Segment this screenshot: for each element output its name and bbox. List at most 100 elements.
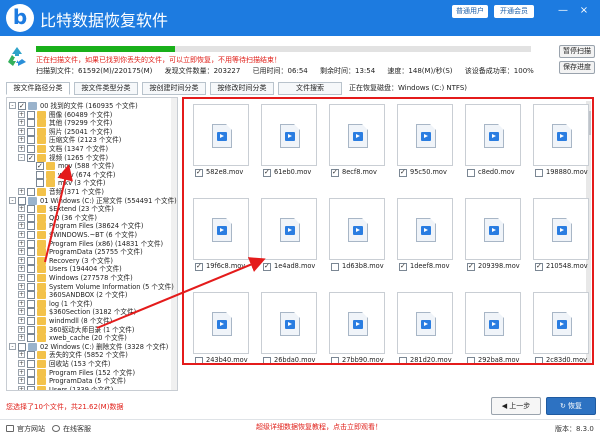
file-checkbox[interactable]	[399, 168, 407, 177]
file-checkbox[interactable]	[195, 357, 203, 363]
file-thumbnail[interactable]	[533, 292, 589, 354]
expand-icon[interactable]: +	[18, 368, 25, 376]
file-thumbnail[interactable]	[533, 104, 589, 166]
file-thumbnail[interactable]	[261, 198, 317, 260]
expand-icon[interactable]: +	[18, 119, 25, 127]
collapse-icon[interactable]: -	[18, 153, 25, 161]
file-checkbox[interactable]	[195, 168, 203, 177]
file-checkbox[interactable]	[535, 357, 543, 363]
expand-icon[interactable]: +	[18, 248, 25, 256]
file-tile[interactable]: 1e4ad8.mov	[261, 198, 317, 274]
file-checkbox[interactable]	[263, 357, 271, 363]
expand-icon[interactable]: +	[18, 308, 25, 316]
expand-icon[interactable]: +	[18, 317, 25, 324]
tree-item-checkbox[interactable]	[27, 385, 35, 390]
tree-item[interactable]: + Users (1339 个文件)	[7, 385, 172, 390]
file-tile[interactable]: 292ba8.mov	[465, 292, 521, 363]
expand-icon[interactable]: +	[18, 360, 25, 367]
file-checkbox[interactable]	[535, 169, 543, 177]
expand-icon[interactable]: +	[18, 385, 25, 390]
file-tile[interactable]: 281d20.mov	[397, 292, 453, 363]
file-thumbnail[interactable]	[329, 292, 385, 354]
upgrade-member-button[interactable]: 开通会员	[494, 5, 534, 18]
file-thumbnail[interactable]	[397, 292, 453, 354]
file-tile[interactable]: 61eb0.mov	[261, 104, 317, 180]
file-tile[interactable]: 210548.mov	[533, 198, 589, 274]
file-tile[interactable]: 26bda0.mov	[261, 292, 317, 363]
save-progress-button[interactable]: 保存进度	[559, 61, 595, 74]
collapse-icon[interactable]: -	[9, 342, 16, 350]
file-thumbnail[interactable]	[193, 104, 249, 166]
file-thumbnail[interactable]	[465, 292, 521, 354]
expand-icon[interactable]: +	[18, 110, 25, 118]
tab-by-path[interactable]: 按文件路径分类	[6, 82, 70, 95]
official-website-link[interactable]: 官方网站	[6, 424, 45, 434]
recover-button[interactable]: ↻ 恢复	[546, 397, 596, 415]
file-tile[interactable]: 209398.mov	[465, 198, 521, 274]
tab-file-search[interactable]: 文件搜索	[278, 82, 342, 95]
file-checkbox[interactable]	[331, 357, 339, 363]
file-thumbnail[interactable]	[329, 198, 385, 260]
expand-icon[interactable]: +	[18, 351, 25, 359]
expand-icon[interactable]: +	[18, 256, 25, 264]
expand-icon[interactable]: +	[18, 377, 25, 385]
tutorial-link[interactable]: 超级详细数据恢复教程，点击立即观看！	[256, 422, 382, 432]
file-tile[interactable]: 1deef8.mov	[397, 198, 453, 274]
file-checkbox[interactable]	[331, 263, 339, 271]
close-icon[interactable]: ×	[578, 4, 590, 17]
collapse-icon[interactable]: -	[9, 196, 16, 204]
file-thumbnail[interactable]	[465, 198, 521, 260]
expand-icon[interactable]: +	[18, 291, 25, 299]
expand-icon[interactable]: +	[18, 231, 25, 238]
user-type-button[interactable]: 普通用户	[452, 5, 488, 18]
file-tile[interactable]: c8ed0.mov	[465, 104, 521, 180]
file-thumbnail[interactable]	[261, 292, 317, 354]
expand-icon[interactable]: +	[18, 265, 25, 273]
file-checkbox[interactable]	[467, 357, 475, 363]
file-tile[interactable]: 27bb90.mov	[329, 292, 385, 363]
file-thumbnail[interactable]	[397, 104, 453, 166]
expand-icon[interactable]: +	[18, 299, 25, 307]
file-tile[interactable]: 19f6c8.mov	[193, 198, 249, 274]
minimize-icon[interactable]: —	[557, 4, 569, 17]
file-tile[interactable]: 8ecf8.mov	[329, 104, 385, 180]
file-tile[interactable]: 243b40.mov	[193, 292, 249, 363]
prev-step-button[interactable]: ◀ 上一步	[491, 397, 541, 415]
expand-icon[interactable]: +	[18, 334, 25, 342]
expand-icon[interactable]: +	[18, 127, 25, 135]
expand-icon[interactable]: +	[18, 213, 25, 221]
expand-icon[interactable]: +	[18, 282, 25, 290]
tab-by-modified[interactable]: 按修改时间分类	[210, 82, 274, 95]
file-checkbox[interactable]	[331, 168, 339, 177]
file-checkbox[interactable]	[399, 357, 407, 363]
expand-icon[interactable]: +	[18, 325, 25, 333]
pause-scan-button[interactable]: 暂停扫描	[559, 45, 595, 58]
online-support-link[interactable]: 在线客服	[52, 424, 91, 434]
file-thumbnail[interactable]	[465, 104, 521, 166]
file-thumbnail[interactable]	[329, 104, 385, 166]
file-checkbox[interactable]	[467, 169, 475, 177]
file-checkbox[interactable]	[263, 262, 271, 271]
expand-icon[interactable]: +	[18, 239, 25, 247]
collapse-icon[interactable]: -	[9, 102, 16, 109]
file-tile[interactable]: 95c50.mov	[397, 104, 453, 180]
file-tile[interactable]: 198880.mov	[533, 104, 589, 180]
file-tile[interactable]: 1d63b8.mov	[329, 198, 385, 274]
expand-icon[interactable]: +	[18, 136, 25, 144]
file-checkbox[interactable]	[195, 262, 203, 271]
file-checkbox[interactable]	[467, 262, 475, 271]
file-tile[interactable]: 582e8.mov	[193, 104, 249, 180]
file-tile[interactable]: 2c83d0.mov	[533, 292, 589, 363]
tab-by-created[interactable]: 按创建时间分类	[142, 82, 206, 95]
file-checkbox[interactable]	[399, 262, 407, 271]
file-thumbnail[interactable]	[397, 198, 453, 260]
tab-by-type[interactable]: 按文件类型分类	[74, 82, 138, 95]
expand-icon[interactable]: +	[18, 205, 25, 213]
file-checkbox[interactable]	[535, 262, 543, 271]
expand-icon[interactable]: +	[18, 274, 25, 281]
file-thumbnail[interactable]	[261, 104, 317, 166]
file-thumbnail[interactable]	[193, 198, 249, 260]
file-checkbox[interactable]	[263, 168, 271, 177]
file-thumbnail[interactable]	[533, 198, 589, 260]
folder-tree[interactable]: -00 找到的文件 (160935 个文件)+图像 (60489 个文件)+其他…	[6, 97, 178, 391]
